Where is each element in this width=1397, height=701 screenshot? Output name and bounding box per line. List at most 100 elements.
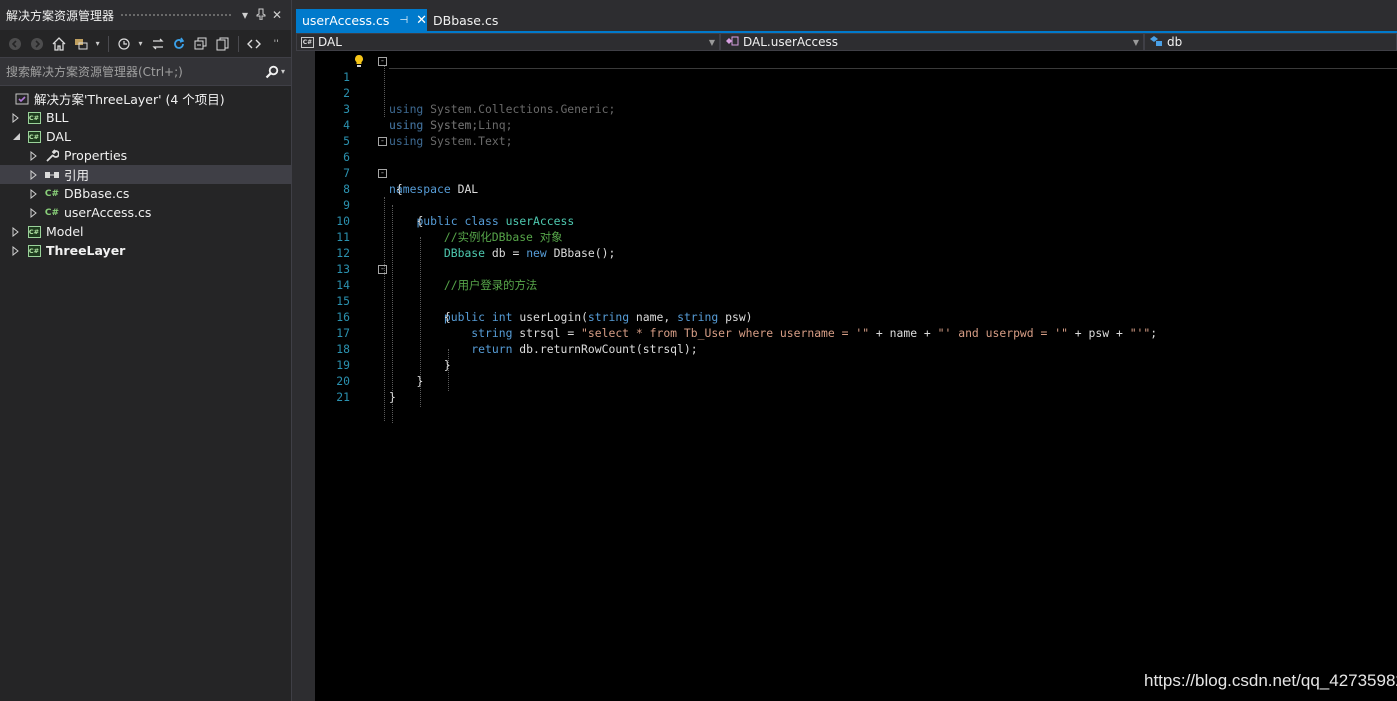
code-text: { bbox=[389, 181, 403, 197]
expand-arrow-icon[interactable] bbox=[28, 207, 40, 219]
toolbar-overflow-icon[interactable]: '' bbox=[267, 35, 285, 53]
switch-views-icon[interactable] bbox=[72, 35, 90, 53]
current-line-highlight bbox=[389, 68, 1397, 69]
title-grip[interactable] bbox=[120, 12, 231, 18]
home-icon[interactable] bbox=[50, 35, 68, 53]
keyword: using bbox=[389, 102, 424, 116]
pending-changes-filter-icon[interactable] bbox=[115, 35, 133, 53]
tree-item-properties[interactable]: Properties bbox=[0, 146, 291, 165]
refresh-icon[interactable] bbox=[170, 35, 188, 53]
csproj-icon: C# bbox=[27, 111, 41, 124]
type-dropdown[interactable]: DAL.userAccess ▼ bbox=[720, 33, 1144, 51]
string-literal: "select * from Tb_User where username = … bbox=[581, 326, 870, 340]
search-input[interactable]: 搜索解决方案资源管理器(Ctrl+;) bbox=[6, 63, 265, 80]
member-dropdown-value: db bbox=[1167, 35, 1183, 49]
outline-line bbox=[384, 65, 385, 117]
switch-views-dropdown-icon[interactable]: ▾ bbox=[94, 35, 102, 53]
code-text: } bbox=[389, 373, 423, 389]
line-number: 21 bbox=[336, 390, 350, 404]
project-dropdown-value: DAL bbox=[318, 35, 342, 49]
tree-item-label: DBbase.cs bbox=[64, 186, 130, 201]
csproj-icon: C# bbox=[27, 225, 41, 238]
tree-item-bll[interactable]: C# BLL bbox=[0, 108, 291, 127]
search-options-dropdown-icon[interactable]: ▾ bbox=[281, 67, 285, 76]
window-position-dropdown-icon[interactable]: ▾ bbox=[237, 8, 253, 22]
collapse-arrow-icon[interactable] bbox=[10, 131, 22, 143]
project-dropdown[interactable]: C# DAL ▼ bbox=[296, 33, 720, 51]
code-line: 3 using System.Linq; bbox=[315, 85, 512, 132]
csproj-icon: C# bbox=[27, 244, 41, 257]
type-name: userAccess bbox=[505, 214, 575, 228]
tree-item-dal[interactable]: C# DAL bbox=[0, 127, 291, 146]
namespace-ref: System.Linq bbox=[430, 118, 506, 132]
code-line: 20 } bbox=[315, 357, 396, 404]
sync-with-document-icon[interactable] bbox=[149, 35, 167, 53]
code-editor[interactable]: 1 - using System; 2 using System.Collect… bbox=[315, 51, 1397, 701]
collapse-region-icon[interactable]: - bbox=[378, 169, 387, 178]
back-icon[interactable] bbox=[6, 35, 24, 53]
expand-arrow-icon[interactable] bbox=[10, 226, 22, 238]
expand-arrow-icon[interactable] bbox=[10, 112, 22, 124]
document-tab-strip: userAccess.cs ⊣ ✕ DBbase.cs bbox=[296, 9, 504, 31]
keyword: string bbox=[471, 326, 513, 340]
tree-item-references[interactable]: 引用 bbox=[0, 165, 291, 184]
punctuation: } bbox=[416, 374, 424, 388]
code-fragment: strsql = bbox=[512, 326, 582, 340]
code-fragment: db.returnRowCount(strsql); bbox=[512, 342, 698, 356]
keyword: int bbox=[491, 310, 513, 324]
tree-item-useraccess-cs[interactable]: C# userAccess.cs bbox=[0, 203, 291, 222]
keyword: string bbox=[587, 310, 630, 324]
ide-window: 解决方案资源管理器 ▾ ✕ ▾ ▾ '' 搜索解决方案资源管理器(Ctrl+;)… bbox=[0, 0, 1397, 701]
code-line: 16 string strsql = "select * from Tb_Use… bbox=[315, 293, 1157, 340]
punctuation: { bbox=[416, 214, 424, 228]
solution-explorer-search-box[interactable]: 搜索解决方案资源管理器(Ctrl+;) ▾ bbox=[0, 58, 291, 86]
code-fragment: + psw + bbox=[1067, 326, 1130, 340]
search-icon[interactable] bbox=[265, 65, 279, 79]
tree-item-solution[interactable]: 解决方案'ThreeLayer' (4 个项目) bbox=[0, 89, 291, 108]
string-literal: "' and userpwd = '" bbox=[937, 326, 1068, 340]
punctuation: } bbox=[389, 390, 396, 404]
collapse-region-icon[interactable]: - bbox=[378, 137, 387, 146]
csharp-file-icon: C# bbox=[44, 188, 60, 199]
show-all-files-icon[interactable] bbox=[214, 35, 232, 53]
keyword: using bbox=[389, 134, 424, 148]
code-line: 2 using System.Collections.Generic; bbox=[315, 69, 615, 116]
code-text: using System.Collections.Generic; bbox=[389, 101, 615, 117]
tree-item-model[interactable]: C# Model bbox=[0, 222, 291, 241]
forward-icon[interactable] bbox=[28, 35, 46, 53]
tree-item-label: Model bbox=[46, 224, 84, 239]
tab-useraccess-cs[interactable]: userAccess.cs ⊣ ✕ bbox=[296, 9, 427, 31]
tree-item-label: 引用 bbox=[64, 168, 90, 183]
chevron-down-icon[interactable]: ▼ bbox=[1133, 38, 1139, 47]
references-icon bbox=[44, 167, 60, 183]
tree-item-threelayer[interactable]: C# ThreeLayer bbox=[0, 241, 291, 260]
collapse-all-icon[interactable] bbox=[192, 35, 210, 53]
pin-icon[interactable] bbox=[253, 8, 269, 23]
collapse-region-icon[interactable]: - bbox=[378, 57, 387, 66]
punctuation: { bbox=[395, 182, 403, 196]
view-code-icon[interactable] bbox=[245, 35, 263, 53]
close-icon[interactable]: ✕ bbox=[269, 8, 285, 22]
csharp-project-icon: C# bbox=[301, 36, 314, 48]
pending-changes-dropdown-icon[interactable]: ▾ bbox=[137, 35, 145, 53]
expand-arrow-icon[interactable] bbox=[10, 245, 22, 257]
collapse-region-icon[interactable]: - bbox=[378, 265, 387, 274]
csharp-file-icon: C# bbox=[44, 207, 60, 218]
code-text: //用户登录的方法 bbox=[389, 277, 537, 293]
pin-tab-icon[interactable]: ⊣ bbox=[399, 15, 408, 26]
punctuation: ; bbox=[505, 118, 513, 132]
expand-arrow-icon[interactable] bbox=[28, 188, 40, 200]
code-text: DBbase db = new DBbase(); bbox=[389, 245, 615, 261]
expand-arrow-icon[interactable] bbox=[28, 150, 40, 162]
lightbulb-icon[interactable] bbox=[352, 54, 366, 68]
tree-item-label: Properties bbox=[64, 148, 128, 163]
watermark-text: https://blog.csdn.net/qq_42735982 bbox=[1144, 671, 1397, 690]
tab-label: DBbase.cs bbox=[433, 12, 499, 28]
close-tab-icon[interactable]: ✕ bbox=[416, 13, 427, 28]
expand-arrow-icon[interactable] bbox=[28, 169, 40, 181]
tab-dbbase-cs[interactable]: DBbase.cs bbox=[427, 9, 504, 31]
tree-item-dbbase-cs[interactable]: C# DBbase.cs bbox=[0, 184, 291, 203]
keyword: class bbox=[464, 214, 499, 228]
member-dropdown[interactable]: db bbox=[1144, 33, 1397, 51]
chevron-down-icon[interactable]: ▼ bbox=[709, 38, 715, 47]
